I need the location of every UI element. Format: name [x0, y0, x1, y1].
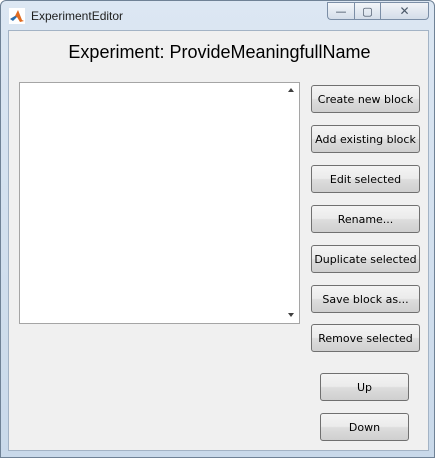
list-scrollbar[interactable] [284, 83, 299, 323]
edit-selected-button[interactable]: Edit selected [311, 165, 420, 193]
window-caption-buttons: — ▢ ✕ [327, 2, 429, 21]
add-existing-block-button[interactable]: Add existing block [311, 125, 420, 153]
minimize-icon: — [335, 4, 347, 18]
experiment-title: Experiment: ProvideMeaningfullName [68, 42, 371, 62]
rename-button[interactable]: Rename... [311, 205, 420, 233]
title-bar[interactable]: ExperimentEditor — ▢ ✕ [1, 1, 434, 31]
close-icon: ✕ [399, 4, 410, 18]
move-down-button[interactable]: Down [320, 413, 409, 441]
remove-selected-button[interactable]: Remove selected [311, 324, 420, 352]
experiment-editor-window: ExperimentEditor — ▢ ✕ Experiment: Provi… [0, 0, 435, 458]
maximize-button[interactable]: ▢ [354, 2, 380, 20]
window-title: ExperimentEditor [31, 9, 124, 23]
minimize-button[interactable]: — [327, 2, 354, 20]
scroll-down-arrow-icon[interactable] [288, 313, 294, 317]
matlab-logo-icon [9, 8, 25, 24]
save-block-as-button[interactable]: Save block as... [311, 285, 420, 313]
maximize-icon: ▢ [362, 4, 373, 18]
block-listbox[interactable] [19, 82, 300, 324]
close-button[interactable]: ✕ [380, 2, 429, 20]
scroll-up-arrow-icon[interactable] [288, 88, 294, 92]
duplicate-selected-button[interactable]: Duplicate selected [311, 245, 420, 273]
move-up-button[interactable]: Up [320, 373, 409, 401]
editor-panel: Experiment: ProvideMeaningfullName Creat… [8, 30, 429, 451]
create-new-block-button[interactable]: Create new block [311, 85, 420, 113]
